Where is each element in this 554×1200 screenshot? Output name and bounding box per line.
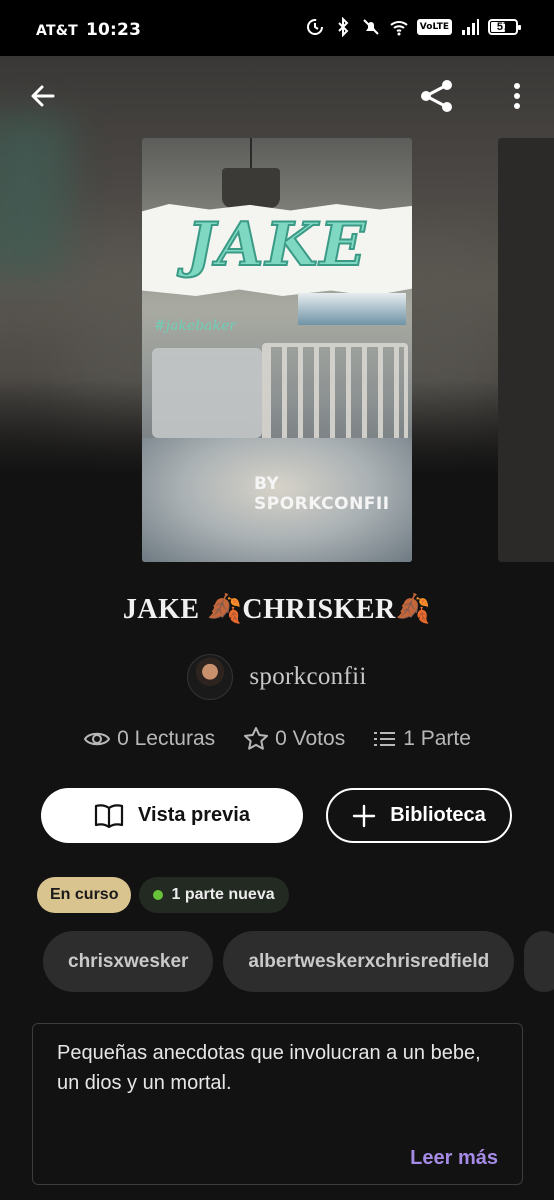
back-arrow-icon (31, 85, 55, 107)
author-row[interactable]: sporkconfii (0, 654, 554, 700)
bluetooth-icon (338, 17, 349, 37)
author-name[interactable]: sporkconfii (249, 663, 366, 691)
data-saver-icon (306, 19, 323, 35)
list-icon (374, 732, 396, 746)
signal-icon (462, 19, 479, 35)
tag-list: chrisxwesker albertweskerxchrisredfield (43, 931, 554, 992)
new-parts-label: 1 parte nueva (171, 886, 275, 903)
votes-count: 0 Votos (275, 727, 346, 750)
reads-stat: 0 Lecturas (83, 726, 215, 752)
parts-count[interactable]: 1 Parte (403, 727, 471, 751)
new-parts-badge: 1 parte nueva (139, 877, 289, 913)
description-box: Pequeñas anecdotas que involucran a un b… (32, 1023, 523, 1185)
crib-illustration (262, 343, 408, 443)
status-bar: AT&T 10:23 VoLTE 57 (0, 0, 554, 56)
tag-chip[interactable]: chrisxwesker (43, 931, 214, 992)
story-cover[interactable]: JAKE #jakebaker BY SPORKCONFII (142, 138, 412, 562)
next-cover-peek[interactable] (498, 138, 554, 562)
lamp-illustration (222, 168, 280, 208)
description-text: Pequeñas anecdotas que involucran a un b… (57, 1042, 481, 1094)
star-icon (244, 727, 269, 750)
battery-icon: 57 (488, 19, 521, 35)
parts-stat[interactable]: 1 Parte (373, 726, 471, 752)
more-vert-icon (514, 83, 520, 109)
story-title: JAKE 🍂CHRISKER🍂 (122, 594, 432, 625)
cover-byline: BY SPORKCONFII (254, 474, 390, 514)
tag-chip-peek[interactable] (524, 931, 554, 992)
read-more-link[interactable]: Leer más (410, 1147, 498, 1170)
tag-chip[interactable]: albertweskerxchrisredfield (223, 931, 515, 992)
story-stats: 0 Lecturas 0 Votos 1 Parte (0, 726, 554, 752)
reads-count: 0 Lecturas (117, 727, 216, 750)
plus-icon (353, 804, 376, 827)
library-button-label: Biblioteca (390, 804, 486, 826)
open-book-icon (94, 803, 124, 828)
cover-subtext: #jakebaker (154, 318, 236, 334)
carrier-label: AT&T (36, 23, 78, 39)
votes-stat: 0 Votos (243, 726, 345, 752)
volte-icon: VoLTE (416, 19, 452, 35)
avatar[interactable] (187, 654, 234, 700)
preview-button-label: Vista previa (138, 804, 250, 826)
wifi-icon (390, 21, 408, 36)
action-buttons: Vista previa Biblioteca (0, 788, 554, 844)
battery-level: 57 (496, 21, 510, 33)
share-icon (421, 80, 452, 112)
status-badges: En curso 1 parte nueva (37, 877, 289, 913)
preview-button[interactable]: Vista previa (41, 788, 303, 843)
more-options-button[interactable] (493, 72, 541, 120)
add-to-library-button[interactable]: Biblioteca (326, 788, 512, 843)
new-indicator-dot (153, 890, 164, 900)
back-button[interactable] (19, 72, 67, 120)
cover-title: JAKE (186, 209, 368, 281)
eye-icon (83, 732, 111, 746)
share-button[interactable] (413, 72, 461, 120)
clock: 10:23 (85, 20, 142, 40)
status-badge: En curso (37, 877, 132, 913)
mute-icon (363, 19, 379, 35)
